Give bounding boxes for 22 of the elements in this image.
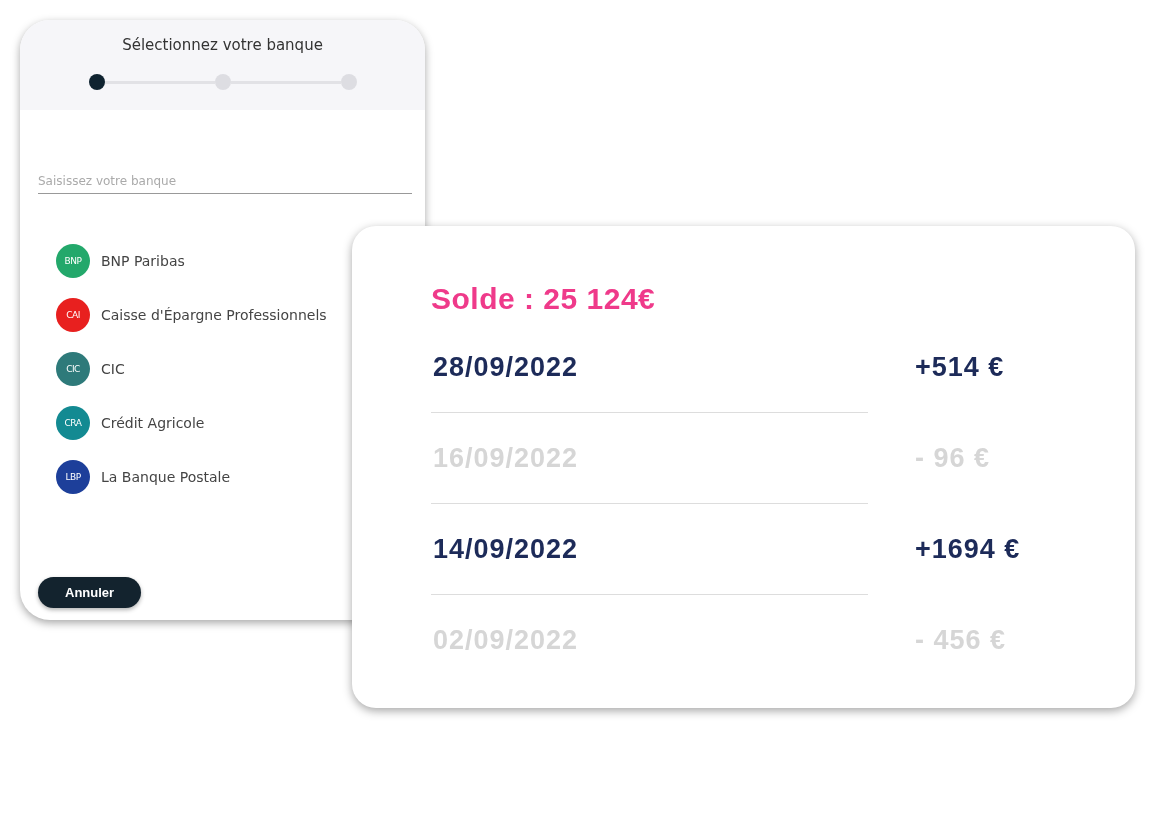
transaction-amount: +514 € (914, 351, 1006, 384)
bank-item[interactable]: CIC CIC (56, 352, 125, 386)
bank-name: BNP Paribas (101, 253, 185, 269)
bank-logo: LBP (56, 460, 90, 494)
bank-name: La Banque Postale (101, 469, 231, 485)
balance-text: Solde : 25 124€ (431, 282, 657, 316)
bank-logo: CRA (56, 406, 90, 440)
transaction-date: 14/09/2022 (431, 504, 868, 595)
card-title: Sélectionnez votre banque (122, 36, 323, 54)
bank-item[interactable]: LBP La Banque Postale (56, 460, 231, 494)
bank-item[interactable]: CRA Crédit Agricole (56, 406, 205, 440)
bank-item[interactable]: CAI Caisse d'Épargne Professionnels (56, 298, 327, 332)
transaction-date: 28/09/2022 (431, 322, 868, 413)
cancel-button[interactable]: Annuler (38, 577, 142, 608)
bank-name: Caisse d'Épargne Professionnels (101, 307, 327, 323)
bank-logo: BNP (56, 244, 90, 278)
transaction-amount: +1694 € (914, 533, 1021, 566)
bank-name: CIC (101, 361, 125, 377)
bank-name: Crédit Agricole (101, 415, 205, 431)
bank-logo: CIC (56, 352, 90, 386)
bank-item[interactable]: BNP BNP Paribas (56, 244, 185, 278)
bank-logo: CAI (56, 298, 90, 332)
